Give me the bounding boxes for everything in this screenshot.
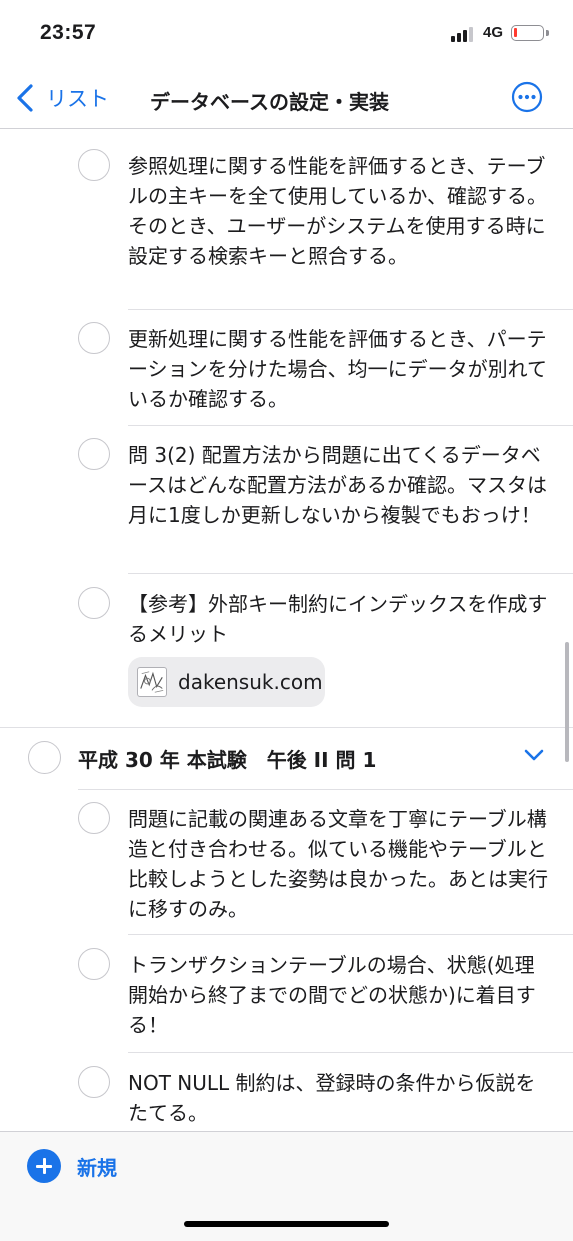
divider: [128, 1052, 573, 1053]
item-text[interactable]: 更新処理に関する性能を評価するとき、パーテーションを分けた場合、均一にデータが別…: [128, 324, 548, 414]
new-reminder-button[interactable]: 新規: [27, 1149, 117, 1183]
completion-checkbox[interactable]: [78, 948, 110, 980]
chevron-down-icon[interactable]: [523, 747, 545, 763]
divider: [78, 789, 573, 790]
item-text[interactable]: 問 3(2) 配置方法から問題に出てくるデータベースはどんな配置方法があるか確認…: [128, 440, 548, 530]
battery-cap: [546, 30, 549, 36]
new-label: 新規: [77, 1155, 117, 1180]
network-type: 4G: [483, 24, 504, 41]
divider: [128, 425, 573, 426]
divider: [128, 573, 573, 574]
completion-checkbox[interactable]: [78, 438, 110, 470]
ellipsis-circle-icon: [511, 81, 543, 113]
link-label: dakensuk.com: [178, 670, 323, 694]
item-text[interactable]: 参照処理に関する性能を評価するとき、テーブルの主キーを全て使用しているか、確認す…: [128, 151, 548, 271]
plus-circle-icon: [27, 1149, 61, 1183]
back-button[interactable]: リスト: [16, 82, 109, 114]
more-options-button[interactable]: [511, 81, 543, 113]
divider: [128, 309, 573, 310]
chevron-left-icon: [17, 84, 33, 112]
completion-checkbox[interactable]: [78, 587, 110, 619]
section-checkbox[interactable]: [28, 741, 61, 774]
page-title: データベースの設定・実装: [150, 90, 389, 114]
completion-checkbox[interactable]: [78, 1066, 110, 1098]
section-header: 平成 30 年 本試験 午後 II 問 1: [0, 727, 573, 789]
section-title[interactable]: 平成 30 年 本試験 午後 II 問 1: [78, 744, 376, 773]
cellular-signal-icon: [451, 26, 477, 42]
reminder-list[interactable]: 参照処理に関する性能を評価するとき、テーブルの主キーを全て使用しているか、確認す…: [0, 129, 573, 1130]
item-text[interactable]: NOT NULL 制約は、登録時の条件から仮説をたてる。: [128, 1068, 548, 1128]
completion-checkbox[interactable]: [78, 322, 110, 354]
status-bar: 23:57 4G: [0, 0, 573, 70]
scrollbar[interactable]: [565, 642, 569, 762]
completion-checkbox[interactable]: [78, 149, 110, 181]
item-text[interactable]: トランザクションテーブルの場合、状態(処理開始から終了までの間でどの状態か)に着…: [128, 950, 548, 1040]
divider: [128, 934, 573, 935]
back-label: リスト: [46, 87, 109, 111]
site-thumbnail-icon: [137, 667, 167, 697]
battery-icon: [511, 25, 544, 41]
item-text[interactable]: 【参考】外部キー制約にインデックスを作成するメリット: [128, 589, 548, 649]
completion-checkbox[interactable]: [78, 802, 110, 834]
item-text[interactable]: 問題に記載の関連ある文章を丁寧にテーブル構造と付き合わせる。似ている機能やテーブ…: [128, 804, 548, 924]
nav-bar: リスト データベースの設定・実装: [0, 70, 573, 129]
home-indicator[interactable]: [184, 1221, 389, 1227]
url-link-chip[interactable]: dakensuk.com: [128, 657, 325, 707]
status-time: 23:57: [40, 21, 97, 44]
bottom-toolbar: 新規: [0, 1131, 573, 1241]
